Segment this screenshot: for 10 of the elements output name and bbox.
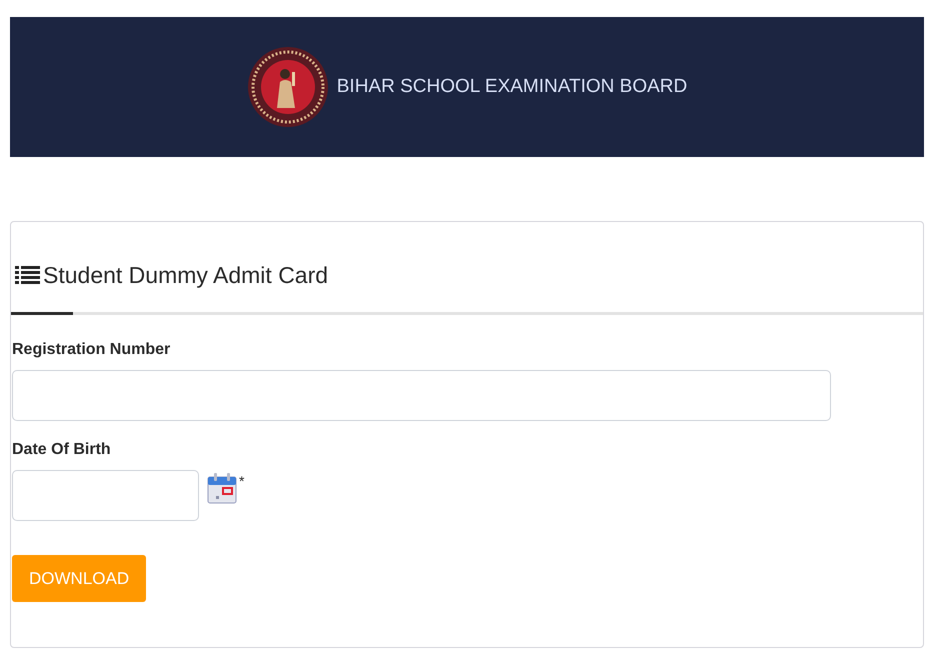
board-title: BIHAR SCHOOL EXAMINATION BOARD (336, 76, 688, 98)
calendar-icon[interactable] (207, 472, 237, 504)
field-label: Date Of Birth (12, 441, 112, 459)
date-input[interactable] (12, 470, 199, 521)
field-label: Registration Number (12, 341, 172, 359)
registration-input[interactable] (12, 370, 831, 421)
required-mark: * (239, 473, 244, 489)
download-button[interactable]: DOWNLOAD (12, 555, 146, 602)
card-title: Student Dummy Admit Card (43, 261, 328, 290)
list-icon (15, 266, 40, 284)
